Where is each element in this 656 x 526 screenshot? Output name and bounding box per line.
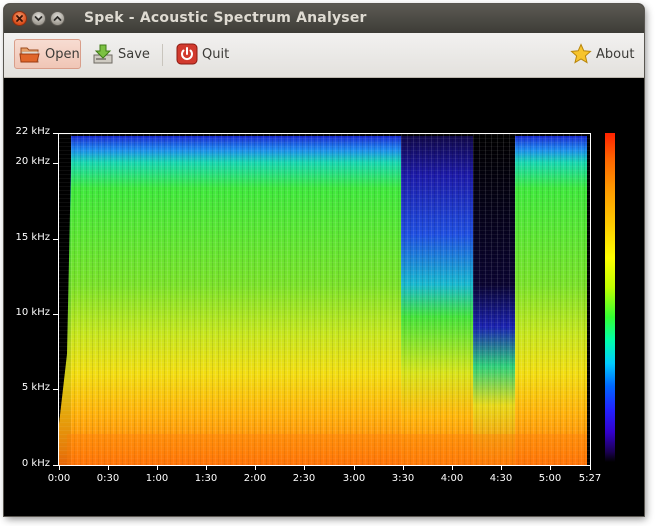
x-tick-label: 3:30 — [391, 473, 415, 484]
app-window: Spek - Acoustic Spectrum Analyser Open S… — [4, 4, 644, 516]
y-tick — [53, 239, 58, 240]
x-tick — [452, 466, 453, 470]
y-tick — [53, 465, 58, 466]
about-label: About — [596, 46, 635, 62]
about-star-icon — [570, 43, 592, 65]
toolbar-separator — [162, 44, 163, 66]
quit-button[interactable]: Quit — [172, 39, 232, 69]
x-tick — [255, 466, 256, 470]
y-tick — [53, 314, 58, 315]
x-tick-label: 2:30 — [292, 473, 316, 484]
x-tick — [501, 466, 502, 470]
y-tick — [53, 133, 58, 134]
open-label: Open — [45, 46, 80, 62]
x-tick-label: 1:00 — [145, 473, 169, 484]
x-tick — [206, 466, 207, 470]
x-tick — [304, 466, 305, 470]
x-tick — [403, 466, 404, 470]
save-icon — [92, 43, 114, 65]
open-button[interactable]: Open — [14, 39, 81, 69]
y-tick-label: 5 kHz — [21, 382, 50, 393]
x-tick — [157, 466, 158, 470]
toolbar: Open Save Quit About — [4, 33, 644, 78]
window-minimize-icon[interactable] — [31, 11, 46, 26]
x-tick — [354, 466, 355, 470]
save-button[interactable]: Save — [88, 39, 154, 69]
y-tick-label: 20 kHz — [15, 156, 50, 167]
x-tick-label: 5:00 — [538, 473, 562, 484]
x-tick — [550, 466, 551, 470]
y-tick-label: 0 kHz — [21, 458, 50, 469]
x-tick-label: 5:27 — [578, 473, 602, 484]
intensity-color-scale — [605, 133, 615, 462]
quit-label: Quit — [202, 46, 230, 62]
x-tick-label: 0:00 — [47, 473, 71, 484]
window-maximize-icon[interactable] — [50, 11, 65, 26]
x-tick-label: 2:00 — [243, 473, 267, 484]
save-label: Save — [118, 46, 150, 62]
x-tick — [59, 466, 60, 470]
y-tick-label: 10 kHz — [15, 307, 50, 318]
plot-frame — [58, 133, 591, 466]
x-tick — [590, 466, 591, 470]
open-folder-icon — [19, 43, 41, 65]
y-tick — [53, 389, 58, 390]
x-tick-label: 4:30 — [489, 473, 513, 484]
quit-power-icon — [176, 43, 198, 65]
y-tick-label: 15 kHz — [15, 232, 50, 243]
x-tick-label: 0:30 — [96, 473, 120, 484]
title-bar: Spek - Acoustic Spectrum Analyser — [4, 4, 644, 33]
y-tick — [53, 163, 58, 164]
x-tick-label: 4:00 — [440, 473, 464, 484]
window-title: Spek - Acoustic Spectrum Analyser — [84, 10, 367, 26]
y-tick-label: 22 kHz — [15, 126, 50, 137]
spectrogram-view: 22 kHz 20 kHz 15 kHz 10 kHz 5 kHz 0 kHz … — [4, 78, 644, 516]
x-tick-label: 3:00 — [342, 473, 366, 484]
about-button[interactable]: About — [568, 39, 640, 69]
x-tick-label: 1:30 — [194, 473, 218, 484]
x-tick — [108, 466, 109, 470]
window-close-icon[interactable] — [12, 11, 27, 26]
